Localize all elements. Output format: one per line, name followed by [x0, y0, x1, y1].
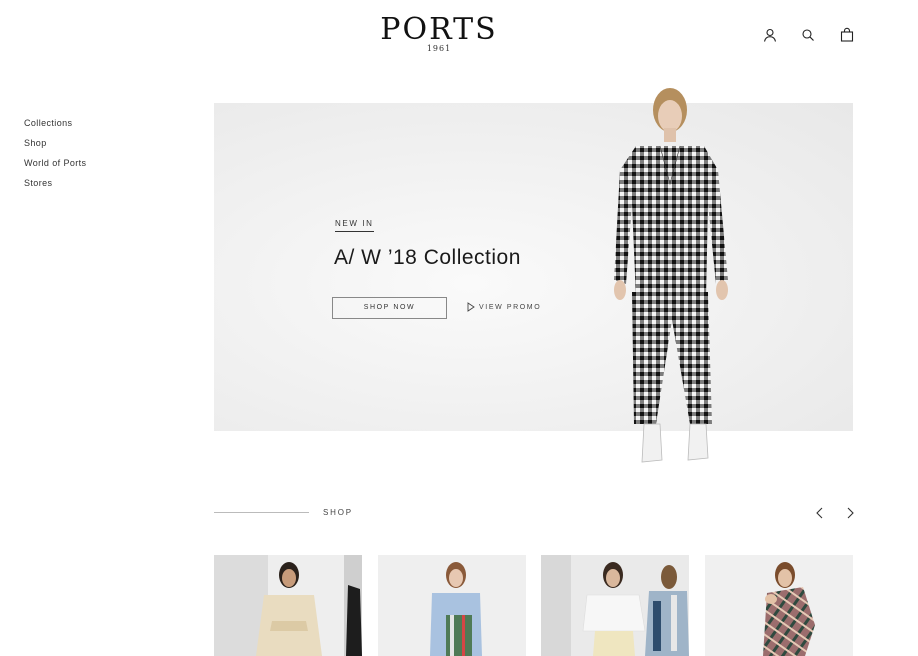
- search-icon[interactable]: [800, 27, 816, 43]
- hero-banner: [214, 103, 853, 431]
- product-card[interactable]: [378, 555, 526, 656]
- bag-icon[interactable]: [839, 27, 855, 43]
- hero-eyebrow: NEW IN: [335, 219, 374, 232]
- sidebar-item-world-of-ports[interactable]: World of Ports: [24, 153, 86, 173]
- shop-divider-line: [214, 512, 309, 513]
- product-card[interactable]: [541, 555, 689, 656]
- chevron-right-icon[interactable]: [844, 506, 856, 520]
- sidebar-item-stores[interactable]: Stores: [24, 173, 86, 193]
- shop-now-button[interactable]: SHOP NOW: [332, 297, 447, 319]
- product-image: [378, 555, 526, 656]
- view-promo-link[interactable]: VIEW PROMO: [467, 301, 541, 313]
- logo[interactable]: PORTS 1961: [372, 12, 506, 54]
- product-image: [541, 555, 689, 656]
- sidebar-item-shop[interactable]: Shop: [24, 133, 86, 153]
- sidebar-nav: Collections Shop World of Ports Stores: [24, 113, 86, 193]
- chevron-left-icon[interactable]: [814, 506, 826, 520]
- view-promo-label: VIEW PROMO: [479, 303, 542, 311]
- product-image: [705, 555, 853, 656]
- product-image: [214, 555, 362, 656]
- logo-wordmark: PORTS: [380, 12, 498, 47]
- hero-model-image: [614, 88, 728, 463]
- shop-section-label: SHOP: [323, 508, 353, 517]
- play-icon: [467, 302, 475, 312]
- sidebar-item-collections[interactable]: Collections: [24, 113, 86, 133]
- product-card[interactable]: [705, 555, 853, 656]
- hero-title: A/ W ’18 Collection: [334, 246, 521, 269]
- user-icon[interactable]: [762, 27, 778, 43]
- product-card[interactable]: [214, 555, 362, 656]
